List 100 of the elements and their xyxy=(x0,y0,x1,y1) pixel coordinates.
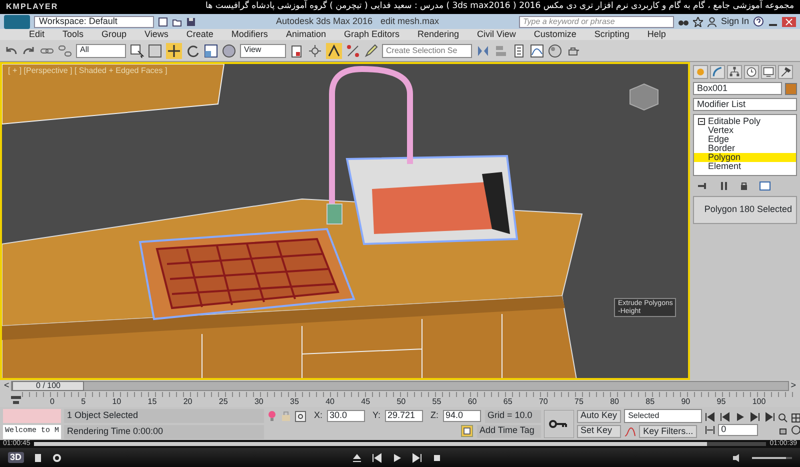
orbit-icon[interactable] xyxy=(791,424,800,434)
menu-item[interactable]: Edit xyxy=(20,30,54,40)
play-icon[interactable] xyxy=(392,452,402,462)
file-name: edit mesh.max xyxy=(380,16,440,26)
tick-label: 45 xyxy=(361,398,370,407)
eject-icon[interactable] xyxy=(352,452,362,462)
play-icon[interactable] xyxy=(735,412,746,422)
key-mode-dropdown[interactable]: Selected xyxy=(624,409,702,423)
go-to-end-icon[interactable] xyxy=(765,412,776,422)
user-icon[interactable] xyxy=(706,16,717,26)
current-frame-field[interactable]: 0 xyxy=(718,424,758,436)
absolute-mode-icon[interactable] xyxy=(295,410,306,422)
modifier-stack-item[interactable]: Editable Poly xyxy=(708,116,761,126)
sphere-icon[interactable] xyxy=(222,44,236,58)
snap-icon[interactable] xyxy=(326,42,342,58)
move-cross-icon[interactable] xyxy=(166,42,182,58)
pivot-icon[interactable] xyxy=(290,44,304,58)
coordinate-field[interactable]: 30.0 xyxy=(326,410,365,422)
named-selection-field[interactable]: Create Selection Se xyxy=(382,44,472,58)
coordinate-field[interactable]: 94.0 xyxy=(442,410,481,422)
menu-item[interactable]: Graph Editors xyxy=(334,30,408,40)
menu-item[interactable]: Group xyxy=(92,30,136,40)
menu-item[interactable]: Customize xyxy=(524,30,586,40)
close-icon[interactable] xyxy=(782,16,796,26)
previous-frame-button[interactable]: < xyxy=(4,381,10,391)
tangent-curve-icon[interactable] xyxy=(624,426,636,438)
playlist-icon[interactable] xyxy=(34,452,42,462)
time-tag-icon[interactable] xyxy=(460,425,473,437)
previous-key-icon[interactable] xyxy=(720,412,730,422)
menu-item[interactable]: Animation xyxy=(276,30,335,40)
menu-item[interactable]: Views xyxy=(136,30,178,40)
mirror-icon[interactable] xyxy=(476,44,490,58)
zoom-all-icon[interactable] xyxy=(791,412,800,422)
object-name-field[interactable]: Box001 xyxy=(693,82,782,95)
sub-object-item[interactable]: Edge xyxy=(694,135,796,144)
menu-item[interactable]: Rendering xyxy=(408,30,468,40)
time-slider-thumb[interactable]: 0 / 100 xyxy=(12,381,84,391)
coordinate-label: Y: xyxy=(372,411,381,421)
save-icon[interactable] xyxy=(186,16,196,26)
sign-in-link[interactable]: Sign In xyxy=(720,16,749,26)
menu-item[interactable]: Create xyxy=(177,30,222,40)
coordinate-field[interactable]: 29.721 xyxy=(384,410,423,422)
clock-icon[interactable] xyxy=(744,65,759,79)
rotate-icon[interactable] xyxy=(186,44,200,58)
workspace-dropdown[interactable]: Workspace: Default xyxy=(34,16,154,28)
coordinate-system-dropdown[interactable]: View xyxy=(240,44,286,58)
menu-item[interactable]: Modifiers xyxy=(222,30,277,40)
zoom-icon[interactable] xyxy=(778,412,788,422)
next-icon[interactable] xyxy=(412,452,422,462)
rectangle-select-icon[interactable] xyxy=(148,44,162,58)
scale-icon[interactable] xyxy=(204,44,218,58)
stop-icon[interactable] xyxy=(432,452,442,462)
menu-item[interactable]: Help xyxy=(638,30,675,40)
key-filters-button[interactable]: Key Filters... xyxy=(639,425,698,438)
next-frame-button[interactable]: > xyxy=(790,381,796,391)
sub-object-item[interactable]: Polygon xyxy=(694,153,796,162)
object-color-swatch[interactable] xyxy=(785,82,797,94)
redo-arrow-icon[interactable] xyxy=(22,44,36,56)
collapse-icon[interactable] xyxy=(698,118,705,125)
sub-object-item[interactable]: Border xyxy=(694,144,796,153)
edit-pencil-icon[interactable] xyxy=(364,44,378,58)
broken-link-icon[interactable] xyxy=(58,44,72,58)
set-key-button[interactable]: Set Key xyxy=(576,424,622,438)
menu-item[interactable]: Civil View xyxy=(468,30,525,40)
add-time-tag-button[interactable]: Add Time Tag xyxy=(476,424,541,438)
sub-object-item[interactable]: Element xyxy=(694,162,796,171)
key-icon[interactable] xyxy=(544,410,574,438)
percent-snap-icon[interactable] xyxy=(346,44,360,58)
folder-icon[interactable] xyxy=(172,16,182,26)
render-time-text: Rendering Time 0:00:00 xyxy=(64,424,264,438)
layer-list-icon[interactable] xyxy=(512,44,526,58)
pin-icon[interactable] xyxy=(697,181,709,191)
configure-icon[interactable] xyxy=(759,181,771,191)
key-mode-toggle-icon[interactable] xyxy=(705,424,716,434)
hammer-icon[interactable] xyxy=(778,65,793,79)
new-file-icon[interactable] xyxy=(158,16,168,26)
tick-label: 100 xyxy=(752,398,766,407)
undo-arrow-icon[interactable] xyxy=(4,44,18,56)
help-icon[interactable] xyxy=(753,16,764,27)
bend-icon[interactable] xyxy=(710,65,725,79)
lock-icon[interactable] xyxy=(739,181,749,191)
auto-key-button[interactable]: Auto Key xyxy=(576,410,622,422)
select-object-icon[interactable] xyxy=(130,44,144,58)
menu-item[interactable]: Scripting xyxy=(585,30,638,40)
star-icon[interactable] xyxy=(692,16,703,26)
selection-filter-dropdown[interactable]: All xyxy=(76,44,126,58)
next-key-icon[interactable] xyxy=(750,412,760,422)
sub-object-item[interactable]: Vertex xyxy=(694,126,796,135)
curve-editor-icon[interactable] xyxy=(530,44,544,58)
material-editor-icon[interactable] xyxy=(548,44,562,58)
menu-item[interactable]: Tools xyxy=(54,30,93,40)
monitor-icon[interactable] xyxy=(761,65,776,79)
app-logo-icon[interactable] xyxy=(4,14,30,28)
previous-icon[interactable] xyxy=(372,452,382,462)
go-to-start-icon[interactable] xyxy=(705,412,716,422)
track-filter-icon[interactable] xyxy=(10,394,22,404)
search-field[interactable]: Type a keyword or phrase xyxy=(518,16,674,28)
modifier-list-dropdown[interactable]: Modifier List xyxy=(693,98,797,111)
coordinate-label: X: xyxy=(314,411,323,421)
3d-mode-button[interactable]: 3D xyxy=(8,452,24,464)
